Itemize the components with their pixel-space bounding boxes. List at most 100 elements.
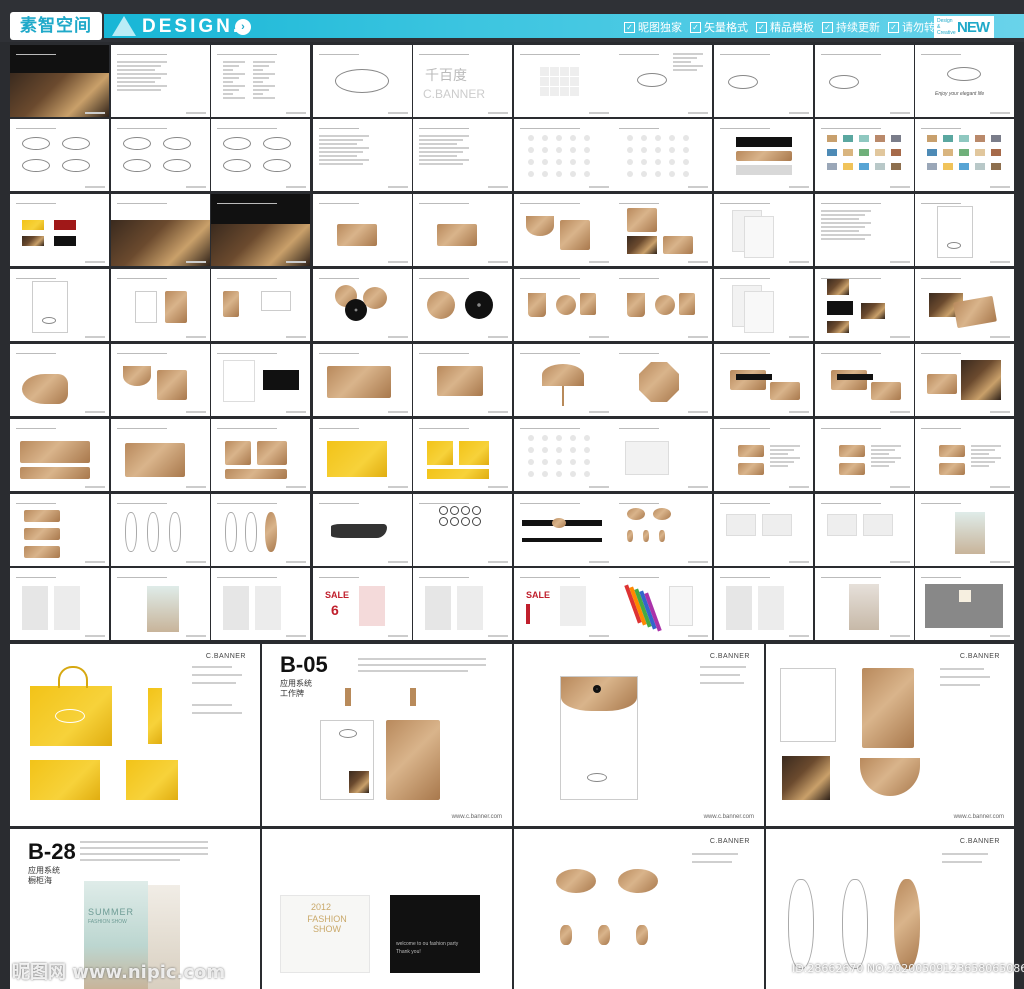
- page-thumbnail[interactable]: [815, 194, 914, 266]
- page-thumbnail[interactable]: [714, 269, 813, 341]
- site-logo[interactable]: 素智空间: [10, 12, 102, 40]
- page-thumbnail[interactable]: [613, 494, 712, 566]
- page-thumbnail[interactable]: [514, 45, 613, 117]
- page-thumbnail[interactable]: [613, 45, 712, 117]
- page-thumbnail[interactable]: [313, 119, 412, 191]
- page-thumbnail[interactable]: [514, 269, 613, 341]
- page-thumbnail[interactable]: [413, 419, 512, 491]
- page-thumbnail[interactable]: [413, 119, 512, 191]
- text-line: [419, 151, 463, 153]
- page-thumbnail[interactable]: [714, 494, 813, 566]
- page-big-b05[interactable]: B-05 应用系统 工作牌 www.c.banner.com: [262, 644, 512, 826]
- page-thumbnail[interactable]: [413, 568, 512, 640]
- page-thumbnail[interactable]: [714, 194, 813, 266]
- page-big-yellow-bag[interactable]: C.BANNER: [10, 644, 260, 826]
- page-thumbnail[interactable]: [313, 194, 412, 266]
- page-thumbnail[interactable]: [714, 119, 813, 191]
- page-thumbnail[interactable]: [313, 494, 412, 566]
- page-big-letterhead[interactable]: C.BANNER www.c.banner.com: [766, 644, 1014, 826]
- page-thumbnail[interactable]: SALE: [514, 568, 613, 640]
- page-thumbnail[interactable]: [111, 494, 210, 566]
- page-thumbnail[interactable]: SALE 6: [313, 568, 412, 640]
- color-swatch: [927, 149, 937, 156]
- page-thumbnail[interactable]: [111, 269, 210, 341]
- page-thumbnail[interactable]: [714, 419, 813, 491]
- page-thumbnail[interactable]: [514, 194, 613, 266]
- page-thumbnail[interactable]: [815, 344, 914, 416]
- page-thumbnail[interactable]: [111, 194, 210, 266]
- page-thumbnail[interactable]: [815, 568, 914, 640]
- page-thumbnail[interactable]: [10, 119, 109, 191]
- page-thumbnail[interactable]: [613, 419, 712, 491]
- page-thumbnail[interactable]: [211, 494, 310, 566]
- page-thumbnail[interactable]: Enjoy your elegant life: [915, 45, 1014, 117]
- page-thumbnail[interactable]: [211, 194, 310, 266]
- page-thumbnail[interactable]: [313, 344, 412, 416]
- page-thumbnail[interactable]: [613, 119, 712, 191]
- page-thumbnail[interactable]: [111, 45, 210, 117]
- arrow-right-icon[interactable]: ›: [235, 19, 251, 35]
- page-thumbnail[interactable]: [815, 269, 914, 341]
- page-thumbnail[interactable]: [111, 568, 210, 640]
- page-thumbnail[interactable]: [514, 494, 613, 566]
- page-thumbnail[interactable]: [10, 568, 109, 640]
- page-thumbnail[interactable]: [10, 45, 109, 117]
- page-thumbnail[interactable]: [111, 344, 210, 416]
- page-thumbnail[interactable]: [815, 494, 914, 566]
- page-thumbnail[interactable]: [211, 119, 310, 191]
- id-card-gold: [165, 291, 187, 323]
- page-thumbnail[interactable]: [413, 344, 512, 416]
- page-thumbnail[interactable]: [915, 344, 1014, 416]
- page-thumbnail[interactable]: [211, 269, 310, 341]
- page-thumbnail[interactable]: [915, 568, 1014, 640]
- page-thumbnail[interactable]: [413, 194, 512, 266]
- page-thumbnail[interactable]: [915, 194, 1014, 266]
- page-thumbnail[interactable]: [10, 194, 109, 266]
- page-thumbnail[interactable]: [915, 419, 1014, 491]
- page-thumbnail[interactable]: [514, 119, 613, 191]
- page-thumbnail[interactable]: [714, 344, 813, 416]
- page-thumbnail[interactable]: [613, 269, 712, 341]
- page-big-buckles[interactable]: C.BANNER: [514, 829, 764, 989]
- page-thumbnail[interactable]: [714, 568, 813, 640]
- grey-panel: [22, 586, 48, 630]
- page-thumbnail[interactable]: [313, 269, 412, 341]
- page-thumbnail[interactable]: [613, 344, 712, 416]
- footer-mark: [286, 261, 306, 263]
- page-thumbnail[interactable]: [613, 568, 712, 640]
- page-big-envelope[interactable]: C.BANNER www.c.banner.com: [514, 644, 764, 826]
- page-thumbnail[interactable]: [514, 344, 613, 416]
- page-thumbnail[interactable]: [514, 419, 613, 491]
- page-big-invitation[interactable]: 2012 FASHION SHOW welcome to ou fashion …: [262, 829, 512, 989]
- page-thumbnail[interactable]: [10, 419, 109, 491]
- color-swatch: [859, 135, 869, 142]
- brand-name: C.BANNER: [423, 87, 486, 101]
- page-thumbnail[interactable]: [915, 269, 1014, 341]
- page-thumbnail[interactable]: [815, 119, 914, 191]
- page-thumbnail[interactable]: [10, 494, 109, 566]
- page-thumbnail[interactable]: [111, 119, 210, 191]
- header-line: [720, 203, 770, 204]
- cup: [627, 293, 645, 317]
- page-thumbnail[interactable]: [111, 419, 210, 491]
- page-thumbnail[interactable]: [413, 269, 512, 341]
- page-thumbnail[interactable]: [211, 419, 310, 491]
- page-thumbnail[interactable]: [413, 494, 512, 566]
- color-swatch: [927, 135, 937, 142]
- pattern-dot: [570, 459, 576, 465]
- page-thumbnail[interactable]: [10, 269, 109, 341]
- page-thumbnail[interactable]: [613, 194, 712, 266]
- page-thumbnail[interactable]: [915, 494, 1014, 566]
- page-thumbnail[interactable]: [313, 419, 412, 491]
- page-thumbnail[interactable]: [313, 45, 412, 117]
- page-thumbnail[interactable]: [815, 419, 914, 491]
- page-thumbnail[interactable]: [815, 45, 914, 117]
- page-thumbnail[interactable]: [915, 119, 1014, 191]
- page-thumbnail[interactable]: [211, 344, 310, 416]
- page-thumbnail[interactable]: [714, 45, 813, 117]
- page-thumbnail[interactable]: 千百度 C.BANNER: [413, 45, 512, 117]
- header-line: [419, 54, 469, 55]
- page-thumbnail[interactable]: [211, 568, 310, 640]
- page-thumbnail[interactable]: [211, 45, 310, 117]
- page-thumbnail[interactable]: [10, 344, 109, 416]
